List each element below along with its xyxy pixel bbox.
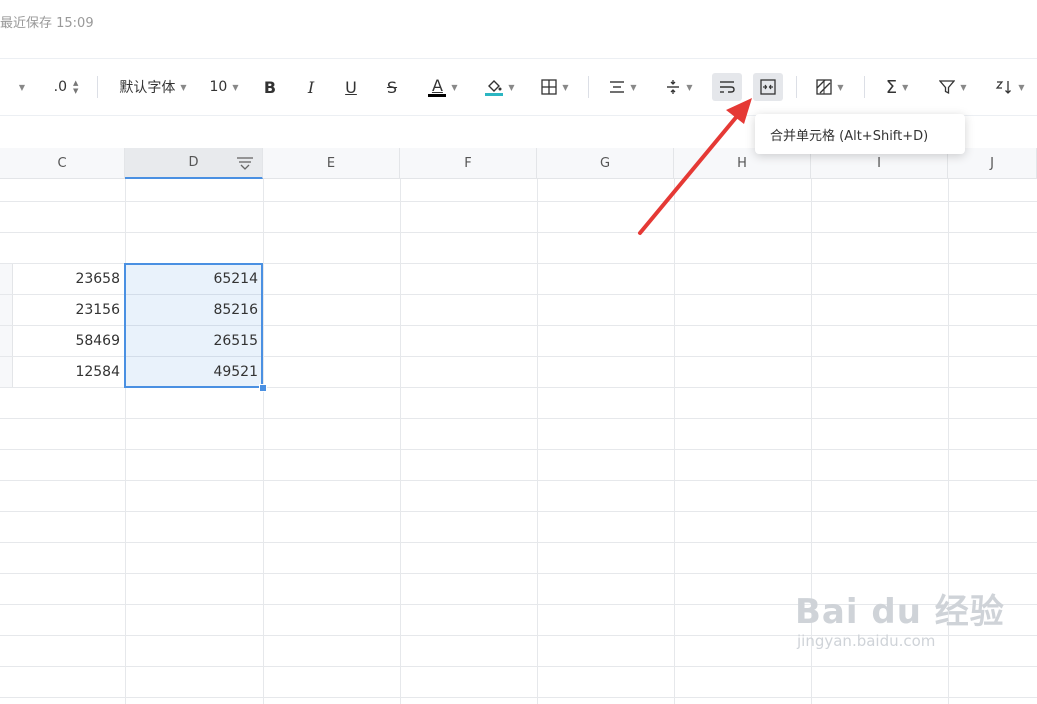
annotation-arrow	[638, 98, 752, 235]
